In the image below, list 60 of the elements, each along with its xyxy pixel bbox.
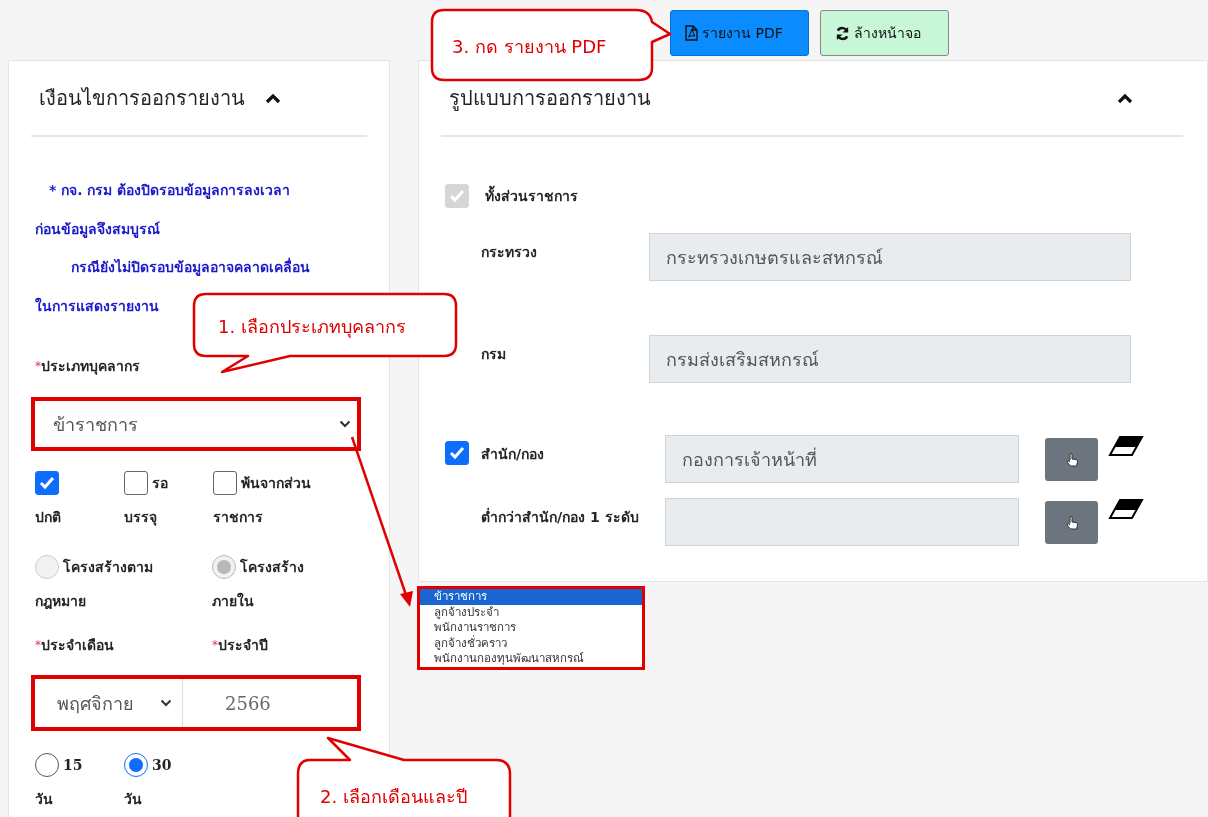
radio-label: ภายใน xyxy=(212,591,254,611)
year-field[interactable]: 2566 xyxy=(209,679,345,727)
radio-label: 30 xyxy=(152,756,172,775)
checkbox-label: รอ xyxy=(152,474,168,493)
hand-pointer-icon xyxy=(1064,451,1079,468)
field-label: *ประเภทบุคลากร xyxy=(35,357,141,376)
checkbox-label: ปกติ xyxy=(35,508,61,527)
notice-text: กรณียังไม่ปิดรอบข้อมูลอาจคลาดเคลื่อน ในการแสดงรายงาน xyxy=(34,256,310,316)
hand-pointer-icon xyxy=(1064,514,1079,531)
chevron-up-icon[interactable] xyxy=(265,92,281,104)
radio-label: 15 xyxy=(63,756,83,775)
radio-label: กฎหมาย xyxy=(35,592,86,611)
field-label: ต่ำกว่าสำนัก/กอง 1 ระดับ xyxy=(480,506,640,527)
radio-button[interactable] xyxy=(35,753,59,777)
field-label: สำนัก/กอง xyxy=(481,445,546,464)
field-label: กรม xyxy=(480,345,507,364)
text-field[interactable] xyxy=(665,498,1019,546)
caret-icon xyxy=(339,420,351,428)
checkbox-label: พ้นจากส่วน xyxy=(241,474,311,493)
chevron-up-icon[interactable] xyxy=(1117,92,1133,104)
callout-text: 2. เลือกเดือนและปี xyxy=(320,785,467,809)
eraser-icon[interactable] xyxy=(1108,435,1144,457)
panel-title: เงือนไขการออกรายงาน xyxy=(39,85,245,112)
radio-label: วัน xyxy=(35,790,53,809)
dropdown-option[interactable]: พนักงานราชการ xyxy=(420,620,642,636)
text-field[interactable]: กระทรวงเกษตรและสหกรณ์ xyxy=(649,233,1131,281)
checkbox-label: ทั้งส่วนราชการ xyxy=(481,177,693,215)
pdf-report-button[interactable]: รายงาน PDF xyxy=(670,10,809,56)
dropdown-option[interactable]: ลูกจ้างประจำ xyxy=(420,604,642,620)
checkbox[interactable] xyxy=(445,441,469,465)
field-label: กระทรวง xyxy=(480,243,538,262)
text-field[interactable]: กรมส่งเสริมสหกรณ์ xyxy=(649,335,1131,383)
text-field[interactable]: กองการเจ้าหน้าที่ xyxy=(665,435,1019,483)
checkbox-label: ราชการ xyxy=(213,508,263,527)
callout-text: 1. เลือกประเภทบุคลากร xyxy=(218,315,406,340)
field-label: *ประจำปี xyxy=(212,636,268,655)
refresh-icon xyxy=(835,25,850,41)
month-select[interactable]: พฤศจิกาย xyxy=(35,679,183,727)
checkmark-icon xyxy=(449,446,465,460)
caret-icon xyxy=(160,699,172,707)
checkbox-label: บรรจุ xyxy=(124,508,157,527)
dropdown-option[interactable]: พนักงานกองทุนพัฒนาสหกรณ์ xyxy=(420,651,642,667)
checkbox[interactable] xyxy=(35,471,59,495)
radio-button[interactable] xyxy=(124,753,148,777)
callout-text: 3. กด รายงาน PDF xyxy=(452,35,607,59)
radio-label: วัน xyxy=(124,790,142,809)
radio-label: โครงสร้าง xyxy=(240,557,304,577)
field-label: *ประจำเดือน xyxy=(35,636,115,655)
eraser-icon[interactable] xyxy=(1108,498,1144,520)
checkbox[interactable] xyxy=(124,471,148,495)
checkmark-icon xyxy=(449,189,465,203)
clear-screen-button[interactable]: ล้างหน้าจอ xyxy=(820,10,949,56)
dropdown-option[interactable]: ข้าราชการ xyxy=(420,589,642,605)
checkbox[interactable] xyxy=(213,471,237,495)
checkmark-icon xyxy=(39,476,55,490)
dropdown-option[interactable]: ลูกจ้างชั่วคราว xyxy=(420,635,642,651)
notice-text: * กจ. กรม ต้องปิดรอบข้อมูลการลงเวลา ก่อนข้อมูลจึงสมบูรณ์ xyxy=(34,181,292,240)
pdf-file-icon xyxy=(685,25,698,41)
panel-title: รูปแบบการออกรายงาน xyxy=(449,85,651,113)
radio-label: โครงสร้างตาม xyxy=(63,557,153,577)
